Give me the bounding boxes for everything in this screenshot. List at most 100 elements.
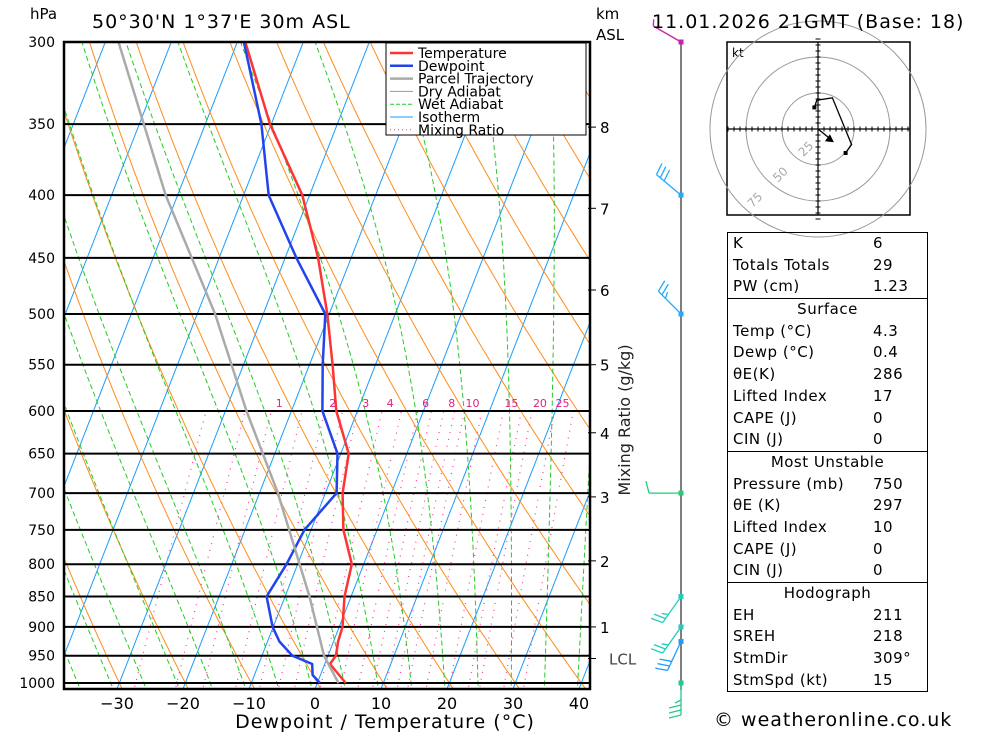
- wet-adiabat-line: [239, 42, 413, 689]
- index-row: CIN (J) 0: [728, 560, 927, 582]
- pressure-tick-label: 500: [28, 307, 55, 323]
- pressure-tick-label: 700: [28, 486, 55, 502]
- index-row: Lifted Index 17: [728, 386, 927, 408]
- index-row: CAPE (J) 0: [728, 539, 927, 561]
- index-value: 297: [873, 496, 904, 515]
- height-tick-label: LCL: [609, 650, 637, 668]
- isotherm-line: [64, 42, 106, 150]
- pressure-tick-label: 900: [28, 620, 55, 636]
- indices-section: Surface Temp (°C) 4.3 Dewp (°C) 0.4 θE(K) 286 L…: [728, 298, 927, 451]
- index-value: 309°: [873, 649, 912, 668]
- temperature-tick-label: −20: [166, 694, 200, 713]
- index-value: 17: [873, 386, 894, 405]
- index-label: Lifted Index: [733, 386, 828, 405]
- mixing-ratio-label: 15: [504, 397, 518, 410]
- copyright: © weatheronline.co.uk: [714, 709, 953, 731]
- dry-adiabat-line: [64, 109, 322, 689]
- index-label: PW (cm): [733, 277, 800, 296]
- x-axis-label: Dewpoint / Temperature (°C): [235, 711, 535, 733]
- index-row: Totals Totals 29: [728, 255, 927, 277]
- height-unit: km: [596, 5, 619, 23]
- index-value: 0: [873, 430, 884, 449]
- height-tick-label: 5: [600, 357, 610, 375]
- index-label: Temp (°C): [733, 321, 812, 340]
- location-title: 50°30'N 1°37'E 30m ASL: [92, 11, 351, 33]
- index-row: Lifted Index 10: [728, 517, 927, 539]
- indices-table: K 6 Totals Totals 29 PW (cm) 1.23 Surface Temp …: [727, 232, 928, 693]
- mixing-ratio-label: 2: [329, 397, 336, 410]
- pressure-tick-label: 550: [28, 358, 55, 374]
- mixing-ratio-label: 3: [362, 397, 369, 410]
- section-title: Hodograph: [783, 584, 872, 602]
- wind-barb-850: [650, 593, 684, 624]
- isotherm-line: [64, 42, 304, 658]
- index-row: StmDir 309°: [728, 648, 927, 670]
- index-row: K6: [728, 233, 927, 255]
- indices-section: Hodograph EH 211 SREH 218 StmDir 309° StmSpd (k…: [728, 582, 927, 691]
- index-label: Lifted Index: [733, 517, 828, 536]
- hodograph-endpoint: [843, 151, 848, 155]
- indices-section: Most Unstable Pressure (mb) 750 θE (K) 297 Li…: [728, 450, 927, 582]
- index-value: 0.4: [873, 343, 899, 362]
- pressure-tick-label: 450: [28, 251, 55, 267]
- dry-adiabat-line: [64, 556, 123, 689]
- index-value: 10: [873, 517, 894, 536]
- mixing-ratio-label: 20: [533, 397, 547, 410]
- wet-adiabat-line: [64, 568, 114, 689]
- index-label: EH: [733, 605, 755, 624]
- wet-adiabat-line: [125, 42, 346, 689]
- index-row: Dewp (°C) 0.4: [728, 342, 927, 364]
- index-value: 29: [873, 255, 894, 274]
- temperature-tick-label: 40: [569, 694, 589, 713]
- datetime-title: 11.01.2026 21GMT (Base: 18): [652, 11, 964, 33]
- index-label: CIN (J): [733, 430, 784, 449]
- pressure-tick-label: 750: [28, 523, 55, 539]
- pressure-tick-label: 300: [28, 35, 55, 51]
- height-tick-label: 3: [600, 489, 610, 507]
- index-label: K: [733, 234, 744, 252]
- index-value: 286: [873, 365, 904, 384]
- height-tick-label: 2: [600, 553, 610, 571]
- temperature-line: [244, 42, 354, 684]
- height-tick-label: 7: [600, 200, 610, 218]
- index-value: 218: [873, 627, 904, 646]
- index-value: 6: [873, 234, 884, 252]
- index-label: CAPE (J): [733, 408, 798, 427]
- hodograph-endpoint: [812, 105, 817, 110]
- index-value: 1.23: [873, 277, 909, 296]
- profiles: [117, 42, 354, 684]
- index-row: StmSpd (kt) 15: [728, 670, 927, 692]
- section-title: Most Unstable: [770, 452, 885, 471]
- wind-barb-1000: [668, 680, 684, 719]
- wet-adiabat-line: [64, 105, 280, 689]
- height-tick-label: 6: [600, 282, 610, 300]
- index-row: CIN (J) 0: [728, 429, 927, 451]
- mixing-ratio-label: 6: [422, 397, 429, 410]
- index-label: θE(K): [733, 365, 776, 384]
- legend-label: Mixing Ratio: [418, 123, 504, 139]
- pressure-tick-label: 650: [28, 447, 55, 463]
- index-row: PW (cm) 1.23: [728, 276, 927, 298]
- mixing-ratio-label: 10: [465, 397, 479, 410]
- index-label: CIN (J): [733, 561, 784, 580]
- hodograph: kt255075: [709, 20, 927, 238]
- parcel-trajectory-line: [117, 42, 340, 684]
- index-row: θE(K) 286: [728, 364, 927, 386]
- index-value: 4.3: [873, 321, 899, 340]
- index-label: StmDir: [733, 649, 788, 668]
- wind-barb-400: [655, 163, 684, 198]
- index-label: SREH: [733, 627, 776, 646]
- height-tick-label: 4: [600, 425, 610, 443]
- index-label: StmSpd (kt): [733, 670, 829, 689]
- index-label: Dewp (°C): [733, 343, 815, 362]
- mixing-ratio-label: 8: [448, 397, 455, 410]
- wind-barb-500: [657, 280, 684, 317]
- index-row: Pressure (mb) 750: [728, 474, 927, 496]
- wet-adiabat-line: [81, 42, 313, 689]
- index-value: 0: [873, 561, 884, 580]
- pressure-unit: hPa: [30, 5, 57, 23]
- temperature-tick-label: −30: [100, 694, 134, 713]
- index-value: 0: [873, 539, 884, 558]
- pressure-tick-label: 850: [28, 589, 55, 605]
- pressure-tick-label: 600: [28, 404, 55, 420]
